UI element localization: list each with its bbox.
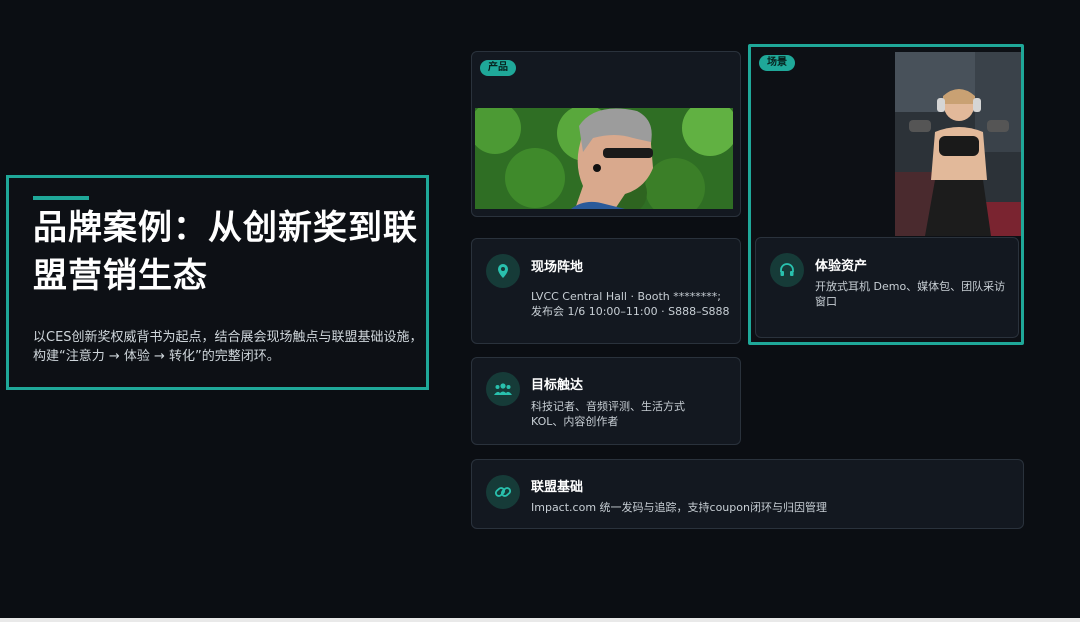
experience-text: 开放式耳机 Demo、媒体包、团队采访窗口: [815, 280, 1006, 308]
product-image: [475, 108, 733, 209]
target-line2: KOL、内容创作者: [531, 415, 619, 428]
target-card[interactable]: 目标触达 科技记者、音频评测、生活方式 KOL、内容创作者: [471, 357, 741, 445]
scene-image: [895, 52, 1021, 236]
hero-subtitle: 以CES创新奖权威背书为起点，结合展会现场触点与联盟基础设施，构建“注意力 → …: [33, 330, 423, 364]
hero-accent-bar: [33, 196, 89, 200]
alliance-title: 联盟基础: [531, 480, 584, 495]
scene-badge: 场景: [759, 55, 795, 71]
location-pin-icon: [486, 254, 520, 288]
users-icon: [486, 372, 520, 406]
page-title: 品牌案例：从创新奖到联盟营销生态: [33, 208, 418, 296]
site-card[interactable]: 现场阵地 LVCC Central Hall · Booth ********;…: [471, 238, 741, 344]
site-line2: 发布会 1/6 10:00–11:00 · S888–S888: [531, 305, 730, 318]
alliance-text: Impact.com 统一发码与追踪，支持coupon闭环与归因管理: [531, 501, 827, 514]
experience-card[interactable]: 体验资产 开放式耳机 Demo、媒体包、团队采访窗口: [755, 237, 1019, 338]
site-line1: LVCC Central Hall · Booth ********;: [531, 290, 721, 303]
alliance-card[interactable]: 联盟基础 Impact.com 统一发码与追踪，支持coupon闭环与归因管理: [471, 459, 1024, 529]
bottom-border: [0, 618, 1080, 622]
experience-title: 体验资产: [815, 259, 868, 274]
site-title: 现场阵地: [531, 260, 584, 275]
link-icon: [486, 475, 520, 509]
headphones-icon: [770, 253, 804, 287]
target-title: 目标触达: [531, 378, 584, 393]
target-line1: 科技记者、音频评测、生活方式: [531, 400, 685, 413]
hero-panel: 品牌案例：从创新奖到联盟营销生态 以CES创新奖权威背书为起点，结合展会现场触点…: [6, 175, 429, 390]
product-badge: 产品: [480, 60, 516, 76]
product-card[interactable]: 产品: [471, 51, 741, 217]
